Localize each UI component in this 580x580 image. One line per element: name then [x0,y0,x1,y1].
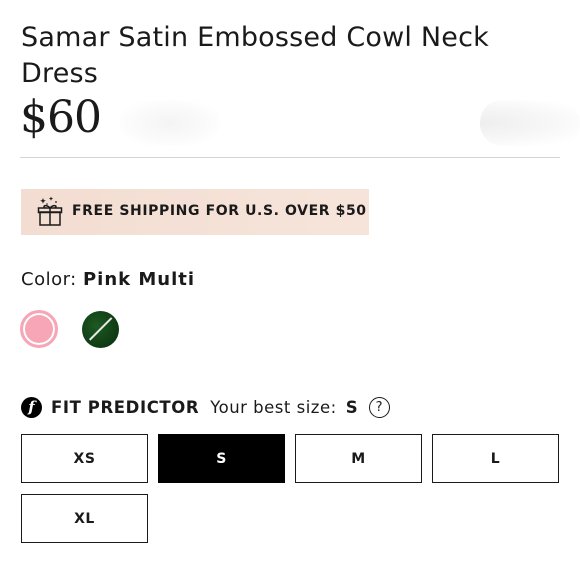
size-button-xl[interactable]: XL [21,494,148,543]
help-icon[interactable]: ? [368,396,390,418]
size-button-l[interactable]: L [432,434,559,483]
shipping-banner: FREE SHIPPING FOR U.S. OVER $50 [21,189,369,235]
gift-box-icon [37,196,63,228]
size-button-xs[interactable]: XS [21,434,148,483]
shipping-text: FREE SHIPPING FOR U.S. OVER $50 [72,203,367,219]
blurred-region [120,100,220,146]
unavailable-slash [89,317,112,341]
color-label-row: Color: Pink Multi [21,268,195,292]
best-size-value: S [345,397,358,417]
selected-color: Pink Multi [82,269,196,290]
color-swatch-green[interactable] [82,311,119,348]
blurred-region [480,100,580,146]
color-swatch-pink-multi[interactable] [20,310,58,348]
best-size-label: Your best size: [210,397,337,417]
color-label: Color: [21,269,77,290]
fit-predictor: f FIT PREDICTOR Your best size: S ? [21,395,390,419]
divider [20,157,560,158]
product-price: $60 [20,92,102,143]
fit-predictor-logo-icon: f [21,396,42,418]
product-title: Samar Satin Embossed Cowl Neck Dress [21,22,489,89]
size-button-s[interactable]: S [158,434,285,483]
size-button-m[interactable]: M [295,434,422,483]
fit-predictor-label[interactable]: FIT PREDICTOR [51,398,199,417]
